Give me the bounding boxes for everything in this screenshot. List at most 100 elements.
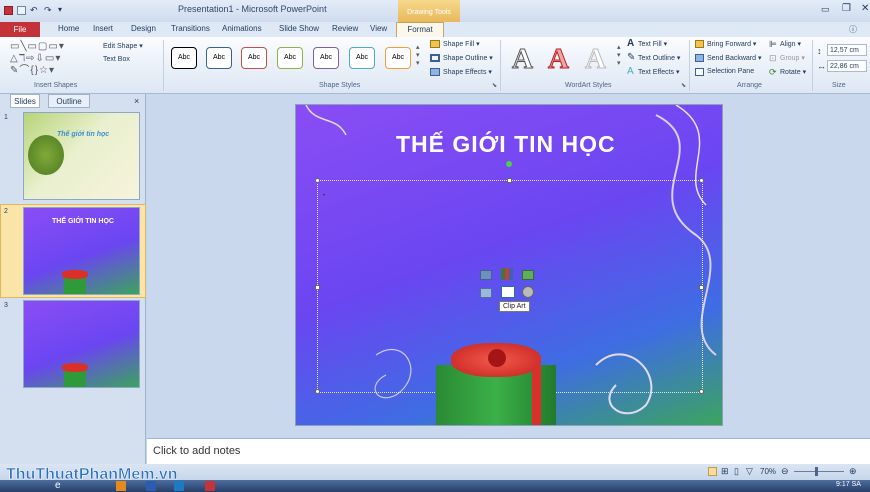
shape-style-4[interactable]: Abc — [277, 47, 303, 69]
shape-outline-icon — [430, 54, 440, 62]
insert-smartart-icon[interactable] — [522, 270, 534, 280]
customize-qat-icon[interactable]: ▾ — [58, 5, 62, 14]
tab-outline[interactable]: Outline — [48, 94, 90, 108]
zoom-in-icon[interactable]: ⊕ — [849, 466, 857, 477]
tab-review[interactable]: Review — [332, 24, 358, 33]
slide-thumbnail-1[interactable]: Thế giới tin học — [23, 112, 140, 200]
insert-media-icon[interactable] — [522, 286, 534, 298]
wordart-style-1[interactable]: A — [512, 43, 534, 76]
align-icon: ⊫ — [769, 39, 777, 49]
resize-handle[interactable] — [315, 178, 320, 183]
tab-transitions[interactable]: Transitions — [171, 24, 210, 33]
tab-animations[interactable]: Animations — [222, 24, 262, 33]
gift-ribbon — [532, 365, 541, 425]
slide-show-icon[interactable]: ▽ — [746, 466, 753, 477]
resize-handle[interactable] — [699, 389, 704, 394]
send-backward-button[interactable]: Send Backward ▾ — [707, 54, 762, 62]
insert-table-icon[interactable] — [480, 270, 492, 280]
redo-icon[interactable]: ↷ — [44, 5, 52, 16]
shape-effects-button[interactable]: Shape Effects ▾ — [443, 68, 492, 76]
selection-pane-button[interactable]: Selection Pane — [707, 68, 754, 75]
close-icon[interactable]: ✕ — [861, 3, 869, 14]
bullet-icon: • — [323, 193, 326, 199]
gallery-scroll-icon[interactable]: ▴ ▾ ▾ — [416, 43, 420, 67]
shape-style-3[interactable]: Abc — [241, 47, 267, 69]
bring-forward-button[interactable]: Bring Forward ▾ — [707, 40, 756, 48]
tab-insert[interactable]: Insert — [93, 24, 113, 33]
text-effects-button[interactable]: Text Effects ▾ — [638, 68, 680, 76]
shapes-gallery[interactable]: ▭╲▭▢▭▾ △ℸ⇨⇩▭▾ ✎⌒{}☆▾ — [10, 41, 98, 76]
wordart-styles-label: WordArt Styles — [565, 82, 612, 89]
tab-design[interactable]: Design — [131, 24, 156, 33]
shape-fill-button[interactable]: Shape Fill ▾ — [443, 40, 480, 48]
powerpoint-taskbar-icon[interactable] — [205, 481, 215, 491]
text-outline-icon: ✎ — [627, 52, 636, 63]
text-effects-icon: A — [627, 66, 634, 77]
drawing-tools-context: Drawing Tools — [398, 0, 460, 22]
wordart-scroll-icon[interactable]: ▴ ▾ ▾ — [617, 43, 621, 67]
slide-title[interactable]: THẾ GIỚI TIN HỌC — [396, 131, 616, 158]
rotate-button[interactable]: Rotate ▾ — [780, 68, 806, 76]
shape-style-7[interactable]: Abc — [385, 47, 411, 69]
undo-icon[interactable]: ↶ — [30, 5, 38, 16]
shape-style-6[interactable]: Abc — [349, 47, 375, 69]
insert-picture-icon[interactable] — [480, 288, 492, 298]
resize-handle[interactable] — [315, 285, 320, 290]
zoom-out-icon[interactable]: ⊖ — [781, 466, 789, 477]
size-label: Size — [832, 82, 846, 89]
rotate-icon: ⟳ — [769, 67, 777, 77]
tab-slides[interactable]: Slides — [10, 94, 40, 108]
powerpoint-app-icon[interactable] — [4, 6, 13, 15]
wordart-style-2[interactable]: A — [548, 43, 570, 76]
tab-slide-show[interactable]: Slide Show — [279, 24, 319, 33]
help-icon[interactable]: ⓘ — [849, 24, 857, 35]
tab-file[interactable]: File — [0, 22, 40, 37]
notes-pane[interactable]: Click to add notes — [147, 438, 870, 464]
reading-view-icon[interactable]: ▯ — [734, 466, 739, 477]
title-bar: ↶ ↷ ▾ Presentation1 - Microsoft PowerPoi… — [0, 0, 870, 22]
height-icon: ↕ — [817, 46, 822, 56]
zoom-level[interactable]: 70% — [760, 467, 776, 476]
width-input[interactable]: 22,86 cm — [827, 60, 867, 72]
gift-bow-knot — [488, 349, 506, 367]
group-button[interactable]: Group ▾ — [780, 54, 805, 62]
edit-shape-button[interactable]: Edit Shape ▾ — [103, 42, 143, 50]
insert-clip-art-icon[interactable] — [501, 286, 515, 298]
tab-home[interactable]: Home — [58, 24, 79, 33]
text-outline-button[interactable]: Text Outline ▾ — [638, 54, 680, 62]
bow-icon — [62, 270, 88, 279]
resize-handle[interactable] — [699, 178, 704, 183]
insert-chart-icon[interactable] — [501, 268, 513, 280]
rotation-handle[interactable] — [506, 161, 512, 167]
current-slide[interactable]: THẾ GIỚI TIN HỌC • Clip Art — [295, 104, 723, 426]
dialog-launcher-icon[interactable]: ⬊ — [492, 82, 497, 89]
height-input[interactable]: 12,57 cm — [827, 44, 867, 56]
minimize-icon[interactable]: ▭ — [821, 4, 830, 15]
wordart-style-3[interactable]: A — [585, 43, 607, 76]
slide-thumbnail-2[interactable]: THẾ GIỚI TIN HỌC — [23, 207, 140, 295]
slide-sorter-icon[interactable]: ⊞ — [721, 466, 729, 477]
text-box-button[interactable]: Text Box — [103, 56, 130, 63]
save-icon[interactable] — [17, 6, 26, 15]
resize-handle[interactable] — [699, 285, 704, 290]
tab-view[interactable]: View — [370, 24, 387, 33]
tab-format[interactable]: Format — [396, 22, 444, 37]
shape-style-5[interactable]: Abc — [313, 47, 339, 69]
zoom-slider[interactable] — [794, 471, 844, 472]
normal-view-icon[interactable] — [708, 467, 717, 476]
slide-thumbnail-3[interactable] — [23, 300, 140, 388]
close-pane-icon[interactable]: × — [134, 96, 139, 106]
dialog-launcher-icon[interactable]: ⬊ — [681, 82, 686, 89]
align-button[interactable]: Align ▾ — [780, 40, 801, 48]
shape-style-2[interactable]: Abc — [206, 47, 232, 69]
shapes-row-2: △ℸ⇨⇩▭▾ — [10, 53, 62, 64]
restore-icon[interactable]: ❐ — [842, 3, 851, 14]
shape-style-1[interactable]: Abc — [171, 47, 197, 69]
resize-handle[interactable] — [507, 178, 512, 183]
ribbon: ▭╲▭▢▭▾ △ℸ⇨⇩▭▾ ✎⌒{}☆▾ Edit Shape ▾ Text B… — [0, 37, 870, 94]
zoom-slider-thumb[interactable] — [815, 467, 818, 476]
watermark-logo: ThuThuatPhanMem.vn — [6, 466, 178, 484]
resize-handle[interactable] — [315, 389, 320, 394]
text-fill-button[interactable]: Text Fill ▾ — [638, 40, 667, 48]
shape-outline-button[interactable]: Shape Outline ▾ — [443, 54, 493, 62]
